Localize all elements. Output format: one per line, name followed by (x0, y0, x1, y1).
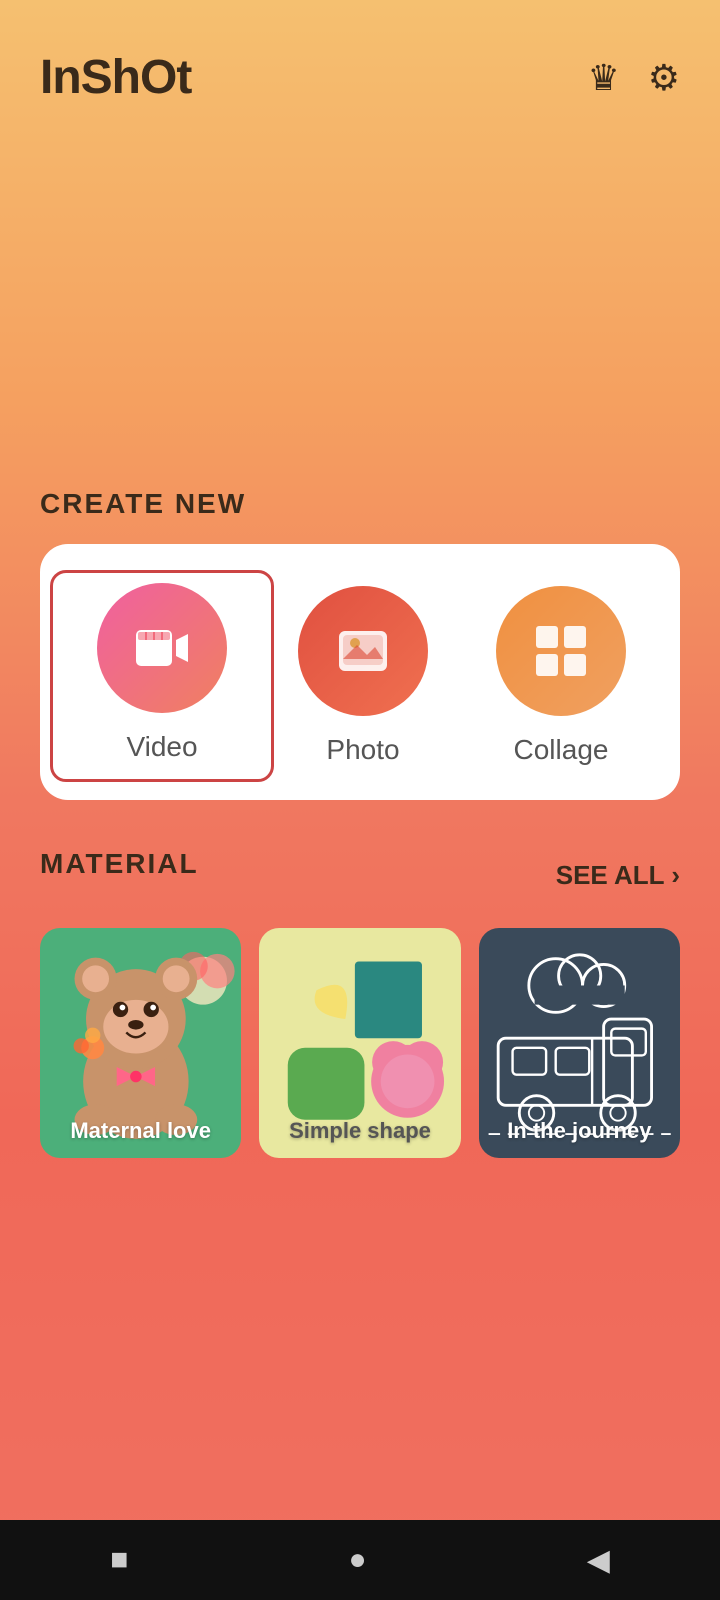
create-new-title: CREATE NEW (40, 488, 680, 520)
material-section: MATERIAL SEE ALL › (0, 820, 720, 1178)
maternal-label: Maternal love (40, 1118, 241, 1144)
collage-icon (530, 620, 592, 682)
material-grid: Maternal love Simple (40, 928, 680, 1158)
photo-circle (298, 586, 428, 716)
material-title: MATERIAL (40, 848, 199, 880)
photo-icon (333, 621, 393, 681)
material-maternal-item[interactable]: Maternal love (40, 928, 241, 1158)
see-all-button[interactable]: SEE ALL › (556, 860, 680, 891)
settings-icon[interactable]: ⚙ (648, 57, 680, 99)
collage-circle (496, 586, 626, 716)
nav-square-icon[interactable]: ■ (110, 1543, 128, 1577)
material-simple-item[interactable]: Simple shape (259, 928, 460, 1158)
nav-home-icon[interactable]: ● (348, 1543, 366, 1577)
video-label: Video (126, 731, 197, 763)
chevron-icon: › (671, 860, 680, 890)
crown-icon[interactable]: ♛ (587, 57, 619, 99)
nav-back-icon[interactable]: ◀ (587, 1543, 610, 1578)
create-new-section: CREATE NEW Video (0, 488, 720, 820)
app-logo: InShOt (40, 50, 191, 105)
video-circle (97, 583, 227, 713)
create-collage-item[interactable]: Collage (462, 586, 660, 766)
video-icon (132, 618, 192, 678)
material-header: MATERIAL SEE ALL › (40, 848, 680, 904)
journey-label: In the journey (479, 1118, 680, 1144)
simple-label: Simple shape (259, 1118, 460, 1144)
photo-label: Photo (326, 734, 399, 766)
header: InShOt ♛ ⚙ (0, 0, 720, 125)
create-new-card: Video Photo (40, 544, 680, 800)
hero-area (0, 125, 720, 488)
material-journey-item[interactable]: In the journey (479, 928, 680, 1158)
create-photo-item[interactable]: Photo (264, 586, 462, 766)
create-video-item[interactable]: Video (50, 570, 274, 782)
collage-label: Collage (514, 734, 609, 766)
header-icons: ♛ ⚙ (587, 57, 680, 99)
bottom-space (0, 1178, 720, 1541)
